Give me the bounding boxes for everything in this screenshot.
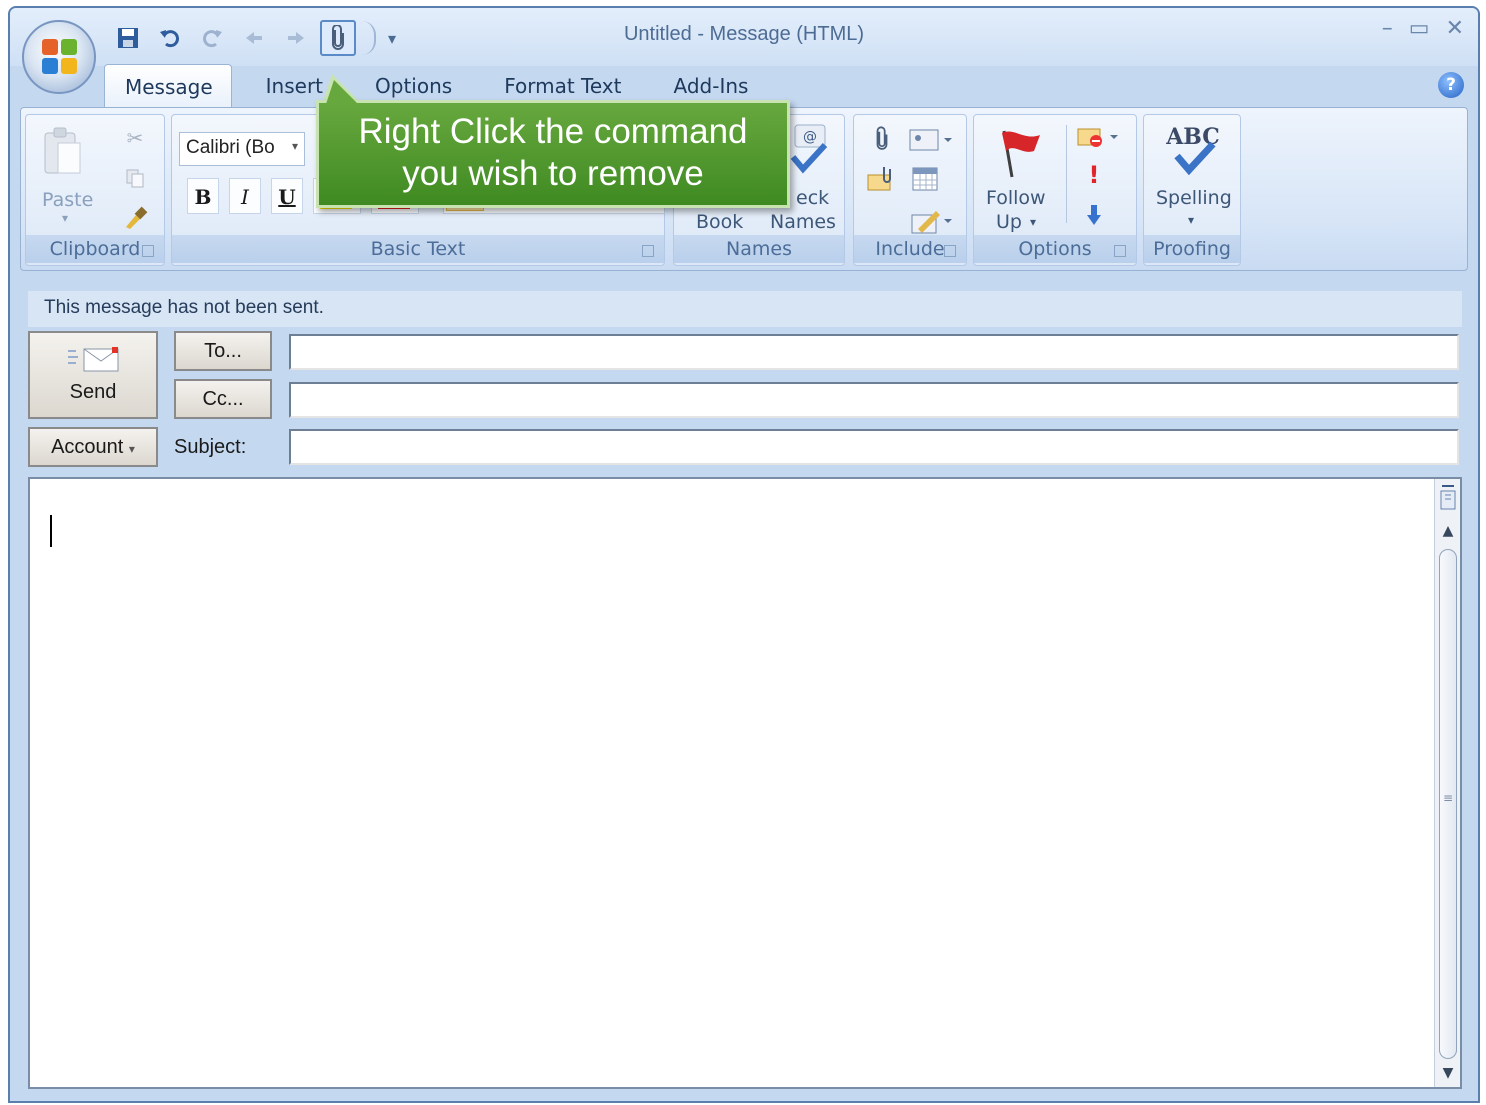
include-launcher-icon[interactable] bbox=[944, 245, 956, 257]
office-logo-icon bbox=[42, 39, 78, 75]
spelling-icon[interactable]: ABC bbox=[1162, 121, 1224, 183]
permission-icon[interactable] bbox=[1074, 123, 1124, 151]
business-card-icon[interactable] bbox=[906, 123, 954, 155]
options-separator bbox=[1066, 125, 1067, 223]
copy-icon[interactable] bbox=[122, 165, 148, 191]
scroll-grip-icon: ≡ bbox=[1443, 791, 1454, 805]
paste-icon[interactable] bbox=[40, 123, 86, 183]
follow-up-label-1[interactable]: Follow bbox=[986, 187, 1046, 209]
scroll-up-arrow-icon[interactable]: ▲ bbox=[1435, 519, 1461, 543]
names-group-label: Names bbox=[674, 235, 844, 263]
font-name-combo[interactable]: Calibri (Bo ▾ bbox=[179, 132, 305, 166]
maximize-button[interactable]: ▭ bbox=[1409, 16, 1430, 41]
proofing-group: ABC Spelling ▾ Proofing bbox=[1143, 114, 1241, 266]
underline-button[interactable]: U bbox=[271, 178, 303, 214]
font-name-value: Calibri (Bo bbox=[186, 137, 275, 158]
info-bar: This message has not been sent. bbox=[28, 291, 1462, 327]
send-label: Send bbox=[69, 381, 117, 403]
callout-line-1: Right Click the command bbox=[358, 112, 748, 151]
tab-message[interactable]: Message bbox=[104, 64, 232, 108]
account-label: Account bbox=[51, 436, 124, 458]
signature-icon[interactable] bbox=[906, 205, 954, 237]
check-names-icon[interactable]: @ bbox=[784, 121, 834, 181]
attach-item-icon[interactable] bbox=[864, 163, 898, 195]
calendar-icon[interactable] bbox=[908, 163, 942, 195]
cc-field[interactable] bbox=[289, 382, 1459, 418]
clipboard-group: Paste ▾ ✂ Clipboard bbox=[25, 114, 165, 266]
follow-up-dropdown-icon[interactable]: ▾ bbox=[1030, 215, 1036, 229]
to-button[interactable]: To... bbox=[174, 331, 272, 371]
send-icon bbox=[66, 345, 122, 379]
follow-up-flag-icon[interactable] bbox=[986, 123, 1046, 183]
account-button[interactable]: Account ▾ bbox=[28, 427, 158, 467]
svg-text:@: @ bbox=[803, 129, 817, 145]
paste-label: Paste bbox=[42, 189, 94, 211]
options-group-label: Options bbox=[974, 235, 1136, 263]
basic-text-launcher-icon[interactable] bbox=[642, 245, 654, 257]
basic-text-group-label: Basic Text bbox=[172, 235, 664, 263]
cut-icon[interactable]: ✂ bbox=[122, 125, 148, 151]
spelling-label[interactable]: Spelling bbox=[1156, 187, 1232, 209]
options-group: Follow Up ▾ ! Options bbox=[973, 114, 1137, 266]
format-painter-icon[interactable] bbox=[120, 203, 150, 233]
scroll-thumb[interactable]: ≡ bbox=[1439, 549, 1457, 1059]
spelling-dropdown-icon[interactable]: ▾ bbox=[1188, 213, 1194, 227]
title-bar: ▾ Untitled - Message (HTML) – ▭ ✕ bbox=[10, 8, 1478, 66]
message-window: ▾ Untitled - Message (HTML) – ▭ ✕ Messag… bbox=[8, 6, 1480, 1103]
text-cursor bbox=[50, 515, 52, 547]
chevron-down-icon: ▾ bbox=[291, 139, 298, 153]
callout-pointer-inner bbox=[326, 80, 358, 104]
proofing-group-label: Proofing bbox=[1144, 235, 1240, 263]
high-importance-icon[interactable]: ! bbox=[1084, 161, 1104, 189]
options-launcher-icon[interactable] bbox=[1114, 245, 1126, 257]
minimize-button[interactable]: – bbox=[1382, 16, 1393, 41]
instruction-callout: Right Click the command you wish to remo… bbox=[316, 100, 790, 208]
subject-label: Subject: bbox=[174, 436, 247, 458]
subject-field[interactable] bbox=[289, 429, 1459, 465]
message-body[interactable]: ▲ ≡ ▼ bbox=[28, 477, 1462, 1089]
low-importance-icon[interactable] bbox=[1082, 201, 1106, 229]
office-button[interactable] bbox=[22, 20, 96, 94]
clipboard-launcher-icon[interactable] bbox=[142, 245, 154, 257]
attach-file-ribbon-icon[interactable] bbox=[868, 123, 896, 155]
bold-button[interactable]: B bbox=[187, 178, 219, 214]
send-button[interactable]: Send bbox=[28, 331, 158, 419]
scroll-down-arrow-icon[interactable]: ▼ bbox=[1435, 1061, 1461, 1085]
to-field[interactable] bbox=[289, 334, 1459, 370]
callout-line-2: you wish to remove bbox=[402, 154, 704, 193]
view-ruler-icon[interactable] bbox=[1438, 483, 1458, 515]
account-dropdown-icon: ▾ bbox=[128, 442, 135, 456]
close-button[interactable]: ✕ bbox=[1446, 16, 1464, 41]
check-names-label-2[interactable]: Names bbox=[770, 211, 836, 233]
include-group: Include bbox=[853, 114, 967, 266]
window-controls: – ▭ ✕ bbox=[1382, 16, 1464, 41]
cc-button[interactable]: Cc... bbox=[174, 379, 272, 419]
vertical-scrollbar[interactable]: ▲ ≡ ▼ bbox=[1434, 479, 1460, 1087]
check-names-label-1[interactable]: eck bbox=[796, 187, 829, 209]
help-icon[interactable]: ? bbox=[1438, 72, 1464, 98]
italic-button[interactable]: I bbox=[229, 178, 261, 214]
address-book-label[interactable]: Book bbox=[696, 211, 743, 233]
window-title: Untitled - Message (HTML) bbox=[623, 23, 865, 45]
follow-up-label-2[interactable]: Up bbox=[996, 211, 1022, 233]
paste-dropdown-icon[interactable]: ▾ bbox=[62, 211, 68, 225]
